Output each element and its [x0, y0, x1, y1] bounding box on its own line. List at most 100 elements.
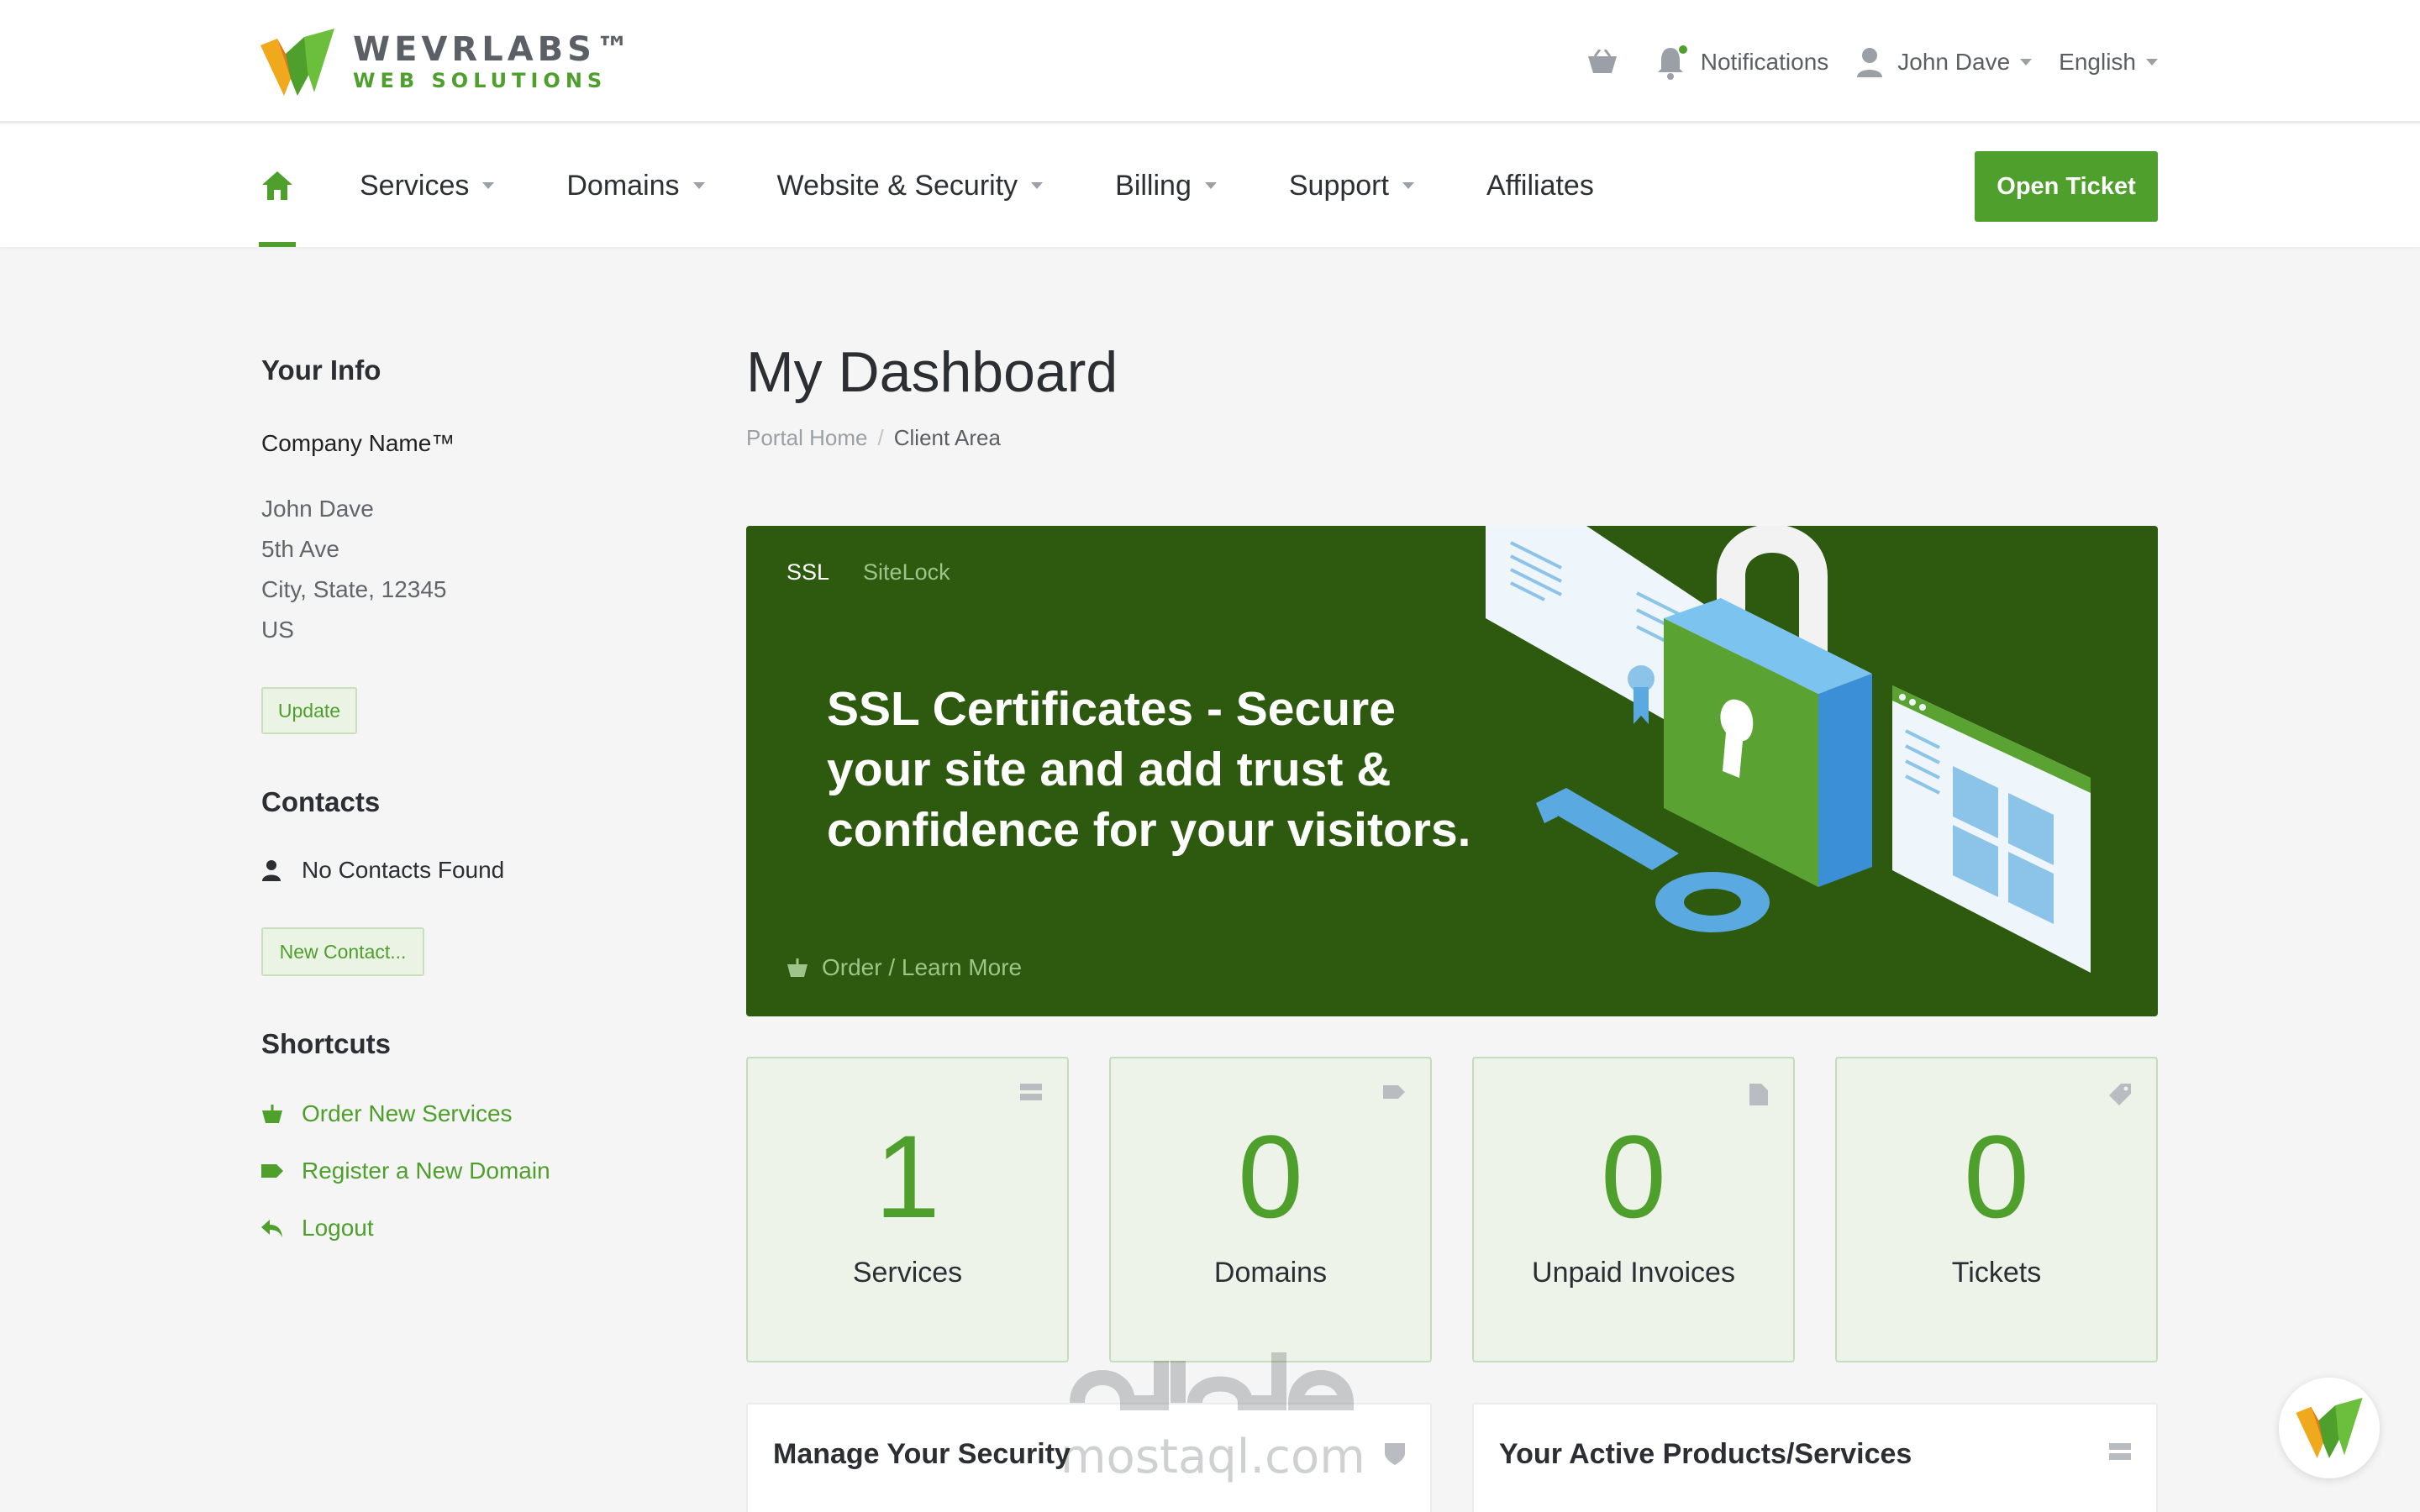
stat-value: 0	[1601, 1110, 1666, 1242]
stat-value: 0	[1964, 1110, 2029, 1242]
breadcrumb-current: Client Area	[893, 425, 1001, 450]
home-icon	[262, 171, 292, 200]
stat-card-services[interactable]: 1 Services	[746, 1057, 1069, 1362]
chevron-down-icon	[2020, 59, 2033, 66]
promo-banner: SSL SiteLock SSL Certificates - Secure y…	[746, 526, 2158, 1016]
new-contact-button[interactable]: New Contact...	[261, 927, 424, 976]
stat-card-unpaid-invoices[interactable]: 0 Unpaid Invoices	[1472, 1057, 1795, 1362]
user-icon	[262, 860, 281, 881]
promo-headline-line: confidence for your visitors.	[827, 803, 1471, 857]
tag-icon	[261, 1164, 283, 1178]
promo-headline: SSL Certificates - Secure your site and …	[827, 679, 1499, 860]
stat-label: Domains	[1213, 1257, 1328, 1289]
chevron-down-icon	[482, 182, 495, 189]
no-contacts-text: No Contacts Found	[302, 857, 505, 883]
shortcut-logout[interactable]: Logout	[261, 1215, 374, 1242]
tag-icon	[1383, 1085, 1405, 1099]
promo-order-link[interactable]: Order / Learn More	[786, 954, 1022, 981]
basket-icon	[262, 1105, 282, 1123]
watermark: mostaql.com	[1060, 1336, 1365, 1487]
shield-icon	[1385, 1443, 1405, 1465]
nav-item-label: Website & Security	[776, 169, 1018, 202]
shortcut-order-new-services[interactable]: Order New Services	[261, 1100, 513, 1127]
panel-title: Your Active Products/Services	[1499, 1438, 1912, 1470]
reply-arrow-icon	[261, 1220, 282, 1237]
address-line: US	[261, 617, 294, 643]
promo-tabs: SSL SiteLock	[786, 559, 984, 585]
open-ticket-button[interactable]: Open Ticket	[1975, 151, 2158, 222]
panel-active-products: Your Active Products/Services	[1472, 1403, 2158, 1512]
logo-mark-icon	[260, 29, 334, 96]
address-line: 5th Ave	[261, 536, 339, 562]
nav-home[interactable]	[260, 170, 294, 203]
stat-card-tickets[interactable]: 0 Tickets	[1835, 1057, 2158, 1362]
nav-item-website-security[interactable]: Website & Security	[777, 170, 1044, 202]
basket-icon	[1587, 50, 1617, 73]
nav-item-label: Affiliates	[1486, 169, 1594, 202]
notifications-button[interactable]: Notifications	[1655, 45, 1829, 80]
ticket-icon	[2109, 1084, 2131, 1105]
nav-item-label: Support	[1288, 169, 1389, 202]
contacts-heading: Contacts	[261, 786, 381, 817]
stat-card-domains[interactable]: 0 Domains	[1109, 1057, 1432, 1362]
nav-item-domains[interactable]: Domains	[566, 169, 705, 202]
user-icon	[1857, 48, 1883, 77]
promo-headline-line: your site and add trust &	[827, 743, 1392, 796]
nav-item-label: Services	[360, 169, 470, 202]
promo-tab-sitelock[interactable]: SiteLock	[863, 559, 950, 585]
floating-brand-button[interactable]	[2279, 1378, 2380, 1478]
server-icon	[1020, 1084, 1042, 1100]
user-name: John Dave	[1897, 49, 2011, 75]
nav-item-label: Billing	[1115, 169, 1192, 202]
chevron-down-icon	[1204, 182, 1217, 189]
shortcut-label: Logout	[302, 1215, 374, 1241]
stat-label: Tickets	[1951, 1257, 2042, 1289]
address-block: John Dave 5th Ave City, State, 12345 US	[261, 489, 447, 650]
address-line: City, State, 12345	[261, 576, 447, 602]
top-header: WEVRLABS™ WEB SOLUTIONS Notifications Jo	[0, 0, 2420, 123]
ssl-lock-illustration	[1486, 526, 2091, 973]
user-menu[interactable]: John Dave	[1855, 47, 2033, 77]
cart-button[interactable]	[1586, 50, 1618, 75]
stat-value: 1	[875, 1110, 940, 1242]
nav-item-affiliates[interactable]: Affiliates	[1486, 170, 1594, 202]
bell-icon	[1657, 45, 1687, 80]
brand-logo[interactable]: WEVRLABS™ WEB SOLUTIONS	[260, 29, 634, 96]
logo-mark-icon	[2296, 1398, 2363, 1458]
nav-item-support[interactable]: Support	[1289, 170, 1414, 202]
brand-tagline: WEB SOLUTIONS	[353, 69, 608, 92]
chevron-down-icon	[1402, 182, 1414, 189]
shortcut-register-domain[interactable]: Register a New Domain	[261, 1158, 550, 1184]
nav-item-billing[interactable]: Billing	[1115, 170, 1217, 202]
notifications-label: Notifications	[1700, 49, 1829, 75]
watermark-text: mostaql.com	[1060, 1430, 1365, 1484]
basket-icon	[787, 958, 808, 977]
nav-item-services[interactable]: Services	[360, 169, 495, 202]
panel-title: Manage Your Security	[773, 1438, 1071, 1470]
language-label: English	[2059, 49, 2136, 75]
chevron-down-icon	[1031, 182, 1044, 189]
stat-value: 0	[1238, 1110, 1303, 1242]
promo-link-label: Order / Learn More	[822, 954, 1023, 980]
stat-label: Services	[852, 1257, 963, 1289]
watermark-logo	[1070, 1352, 1355, 1410]
your-info-heading: Your Info	[261, 354, 381, 386]
brand-name: WEVRLABS™	[353, 30, 634, 69]
promo-tab-ssl[interactable]: SSL	[786, 559, 829, 585]
page-title: My Dashboard	[746, 340, 1118, 404]
shortcut-label: Order New Services	[302, 1100, 513, 1126]
chevron-down-icon	[2146, 59, 2158, 66]
stat-label: Unpaid Invoices	[1532, 1257, 1735, 1289]
breadcrumb-link-portal-home[interactable]: Portal Home	[746, 425, 868, 451]
nav-item-label: Domains	[566, 169, 680, 202]
language-selector[interactable]: English	[2059, 49, 2158, 76]
address-line: John Dave	[261, 496, 374, 522]
contacts-empty: No Contacts Found	[261, 857, 504, 884]
document-icon	[1749, 1084, 1768, 1105]
breadcrumb-separator: /	[877, 425, 884, 450]
update-button[interactable]: Update	[261, 687, 357, 734]
server-icon	[2109, 1443, 2131, 1460]
company-name: Company Name™	[261, 430, 455, 456]
shortcut-label: Register a New Domain	[302, 1158, 550, 1184]
nav-active-indicator	[259, 242, 296, 247]
